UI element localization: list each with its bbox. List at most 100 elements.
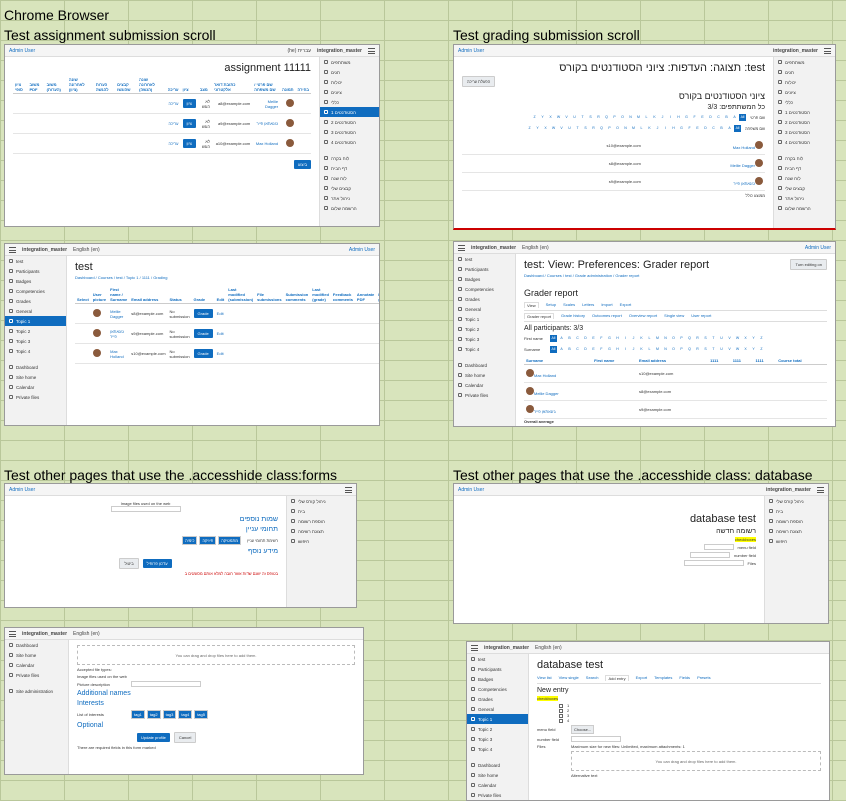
letter-filter[interactable]: X [547, 114, 554, 121]
nav-item[interactable]: הסטודנטים 1 [320, 107, 379, 117]
letter-filter[interactable]: G [678, 125, 685, 132]
language-menu[interactable]: English (en) [522, 245, 549, 251]
user-menu[interactable]: Admin User [349, 247, 375, 253]
letter-filter[interactable]: W [555, 114, 562, 121]
edit-menu[interactable]: Edit [214, 323, 227, 344]
tab[interactable]: Export [636, 675, 648, 681]
grade-button[interactable]: Grade [193, 309, 213, 318]
letter-filter[interactable]: S [702, 335, 709, 342]
nav-item[interactable]: ניהול אתר [320, 193, 379, 203]
edit-menu[interactable]: Edit [214, 303, 227, 324]
letter-filter[interactable]: K [638, 335, 645, 342]
grade-cell[interactable] [708, 400, 731, 419]
interest-tag[interactable]: tag2 [146, 710, 161, 719]
file-dropzone[interactable]: You can drag and drop files here to add … [77, 645, 355, 665]
letter-filter[interactable]: D [582, 346, 589, 353]
nav-item[interactable]: הסטודנטים 2 [774, 117, 835, 127]
tab[interactable]: Setup [546, 302, 556, 308]
avatar[interactable] [285, 99, 294, 107]
user-menu[interactable]: Admin User [9, 48, 35, 54]
table-header[interactable]: Select [75, 286, 91, 304]
letter-filter[interactable]: M [635, 114, 642, 121]
letter-filter[interactable]: S [582, 125, 589, 132]
avatar[interactable] [755, 141, 763, 149]
grade-cell[interactable] [475, 172, 489, 191]
nav-item[interactable]: תגים [774, 67, 835, 77]
nav-item[interactable]: Competencies [454, 284, 515, 294]
file-picker[interactable] [683, 560, 744, 566]
nav-item[interactable]: Badges [467, 674, 528, 684]
tab[interactable]: Single view [664, 313, 684, 319]
user-name-text[interactable]: Mellie Dagger [534, 391, 559, 396]
tab[interactable]: Letters [582, 302, 594, 308]
letter-filter[interactable]: H [614, 346, 621, 353]
interest-tag[interactable]: tag5 [194, 710, 208, 719]
letter-filter[interactable]: N [622, 125, 629, 132]
edit-menu[interactable]: עריכה [165, 93, 181, 114]
menu-icon[interactable] [9, 246, 16, 253]
cancel-button[interactable]: ביטול [119, 557, 139, 569]
letter-filter[interactable]: M [654, 335, 661, 342]
additional-names-section[interactable]: Additional names [77, 690, 355, 697]
nav-item[interactable]: Private files [454, 390, 515, 400]
table-header[interactable]: Feedback comments [330, 286, 355, 304]
letter-filter[interactable]: Y [750, 335, 757, 342]
letter-filter[interactable]: A [731, 114, 738, 121]
file-dropzone[interactable]: You can drag and drop files here to add … [571, 751, 821, 771]
language-menu[interactable]: English (en) [73, 631, 100, 637]
interest-tag[interactable]: tag4 [178, 710, 193, 719]
letter-filter[interactable]: All [550, 335, 557, 342]
column-header[interactable]: First name [592, 357, 638, 365]
user-name[interactable]: Mellie Dagger [524, 382, 593, 401]
interests-section[interactable]: תחומי עניין [13, 526, 278, 533]
user-menu[interactable]: Admin User [805, 245, 831, 251]
nav-item[interactable]: קבצים שלי [320, 183, 379, 193]
letter-filter[interactable]: C [574, 335, 581, 342]
update-profile-button[interactable]: Update profile [137, 733, 170, 742]
nav-item[interactable]: Topic 4 [5, 346, 66, 356]
grade-cell[interactable] [488, 137, 502, 155]
user-menu[interactable]: Admin User [458, 487, 484, 493]
letter-filter[interactable]: X [742, 335, 749, 342]
letter-filter[interactable]: B [723, 114, 730, 121]
nav-item[interactable]: תצוגת רשימה [765, 526, 828, 536]
nav-item[interactable]: Participants [467, 664, 528, 674]
letter-filter[interactable]: H [614, 335, 621, 342]
select-cell[interactable] [295, 133, 311, 154]
nav-item[interactable]: דף הבית [774, 163, 835, 173]
user-name[interactable]: Mellie Dagger [642, 154, 765, 173]
user-name[interactable]: ג'ונאתאן פייר [108, 323, 130, 344]
nav-item[interactable]: Topic 3 [467, 734, 528, 744]
table-header[interactable]: שונה לאחרונה (ציון) [66, 76, 94, 94]
letter-filter[interactable]: N [627, 114, 634, 121]
table-header[interactable]: מצב [197, 76, 212, 94]
grade-cell[interactable] [776, 382, 827, 401]
letter-filter[interactable]: J [654, 125, 661, 132]
nav-item[interactable]: Calendar [5, 660, 68, 670]
letter-filter[interactable]: P [678, 346, 685, 353]
letter-filter[interactable]: X [542, 125, 549, 132]
tab[interactable]: Import [601, 302, 612, 308]
language-menu[interactable]: עברית (he) [287, 48, 311, 54]
nav-item[interactable]: Topic 2 [467, 724, 528, 734]
nav-item[interactable]: Topic 3 [454, 334, 515, 344]
letter-filter[interactable]: H [670, 125, 677, 132]
select-cell[interactable] [75, 343, 91, 364]
letter-filter[interactable]: E [590, 335, 597, 342]
grade-cell[interactable] [501, 137, 516, 155]
site-name[interactable]: integration_master [22, 631, 67, 637]
letter-filter[interactable]: L [646, 335, 653, 342]
grade-cell[interactable] [475, 137, 489, 155]
letter-filter[interactable]: U [566, 125, 573, 132]
letter-filter[interactable]: Y [534, 125, 541, 132]
tab[interactable]: Add entry [605, 675, 629, 681]
menu-icon[interactable] [9, 630, 16, 637]
nav-item[interactable]: Calendar [467, 780, 528, 790]
letter-filter[interactable]: T [574, 125, 581, 132]
letter-filter[interactable]: L [638, 125, 645, 132]
nav-item[interactable]: test [454, 254, 515, 264]
letter-filter[interactable]: Z [758, 346, 765, 353]
letter-filter[interactable]: L [643, 114, 650, 121]
letter-filter[interactable]: R [590, 125, 597, 132]
optional-section[interactable]: מידע נוסף [13, 548, 278, 555]
